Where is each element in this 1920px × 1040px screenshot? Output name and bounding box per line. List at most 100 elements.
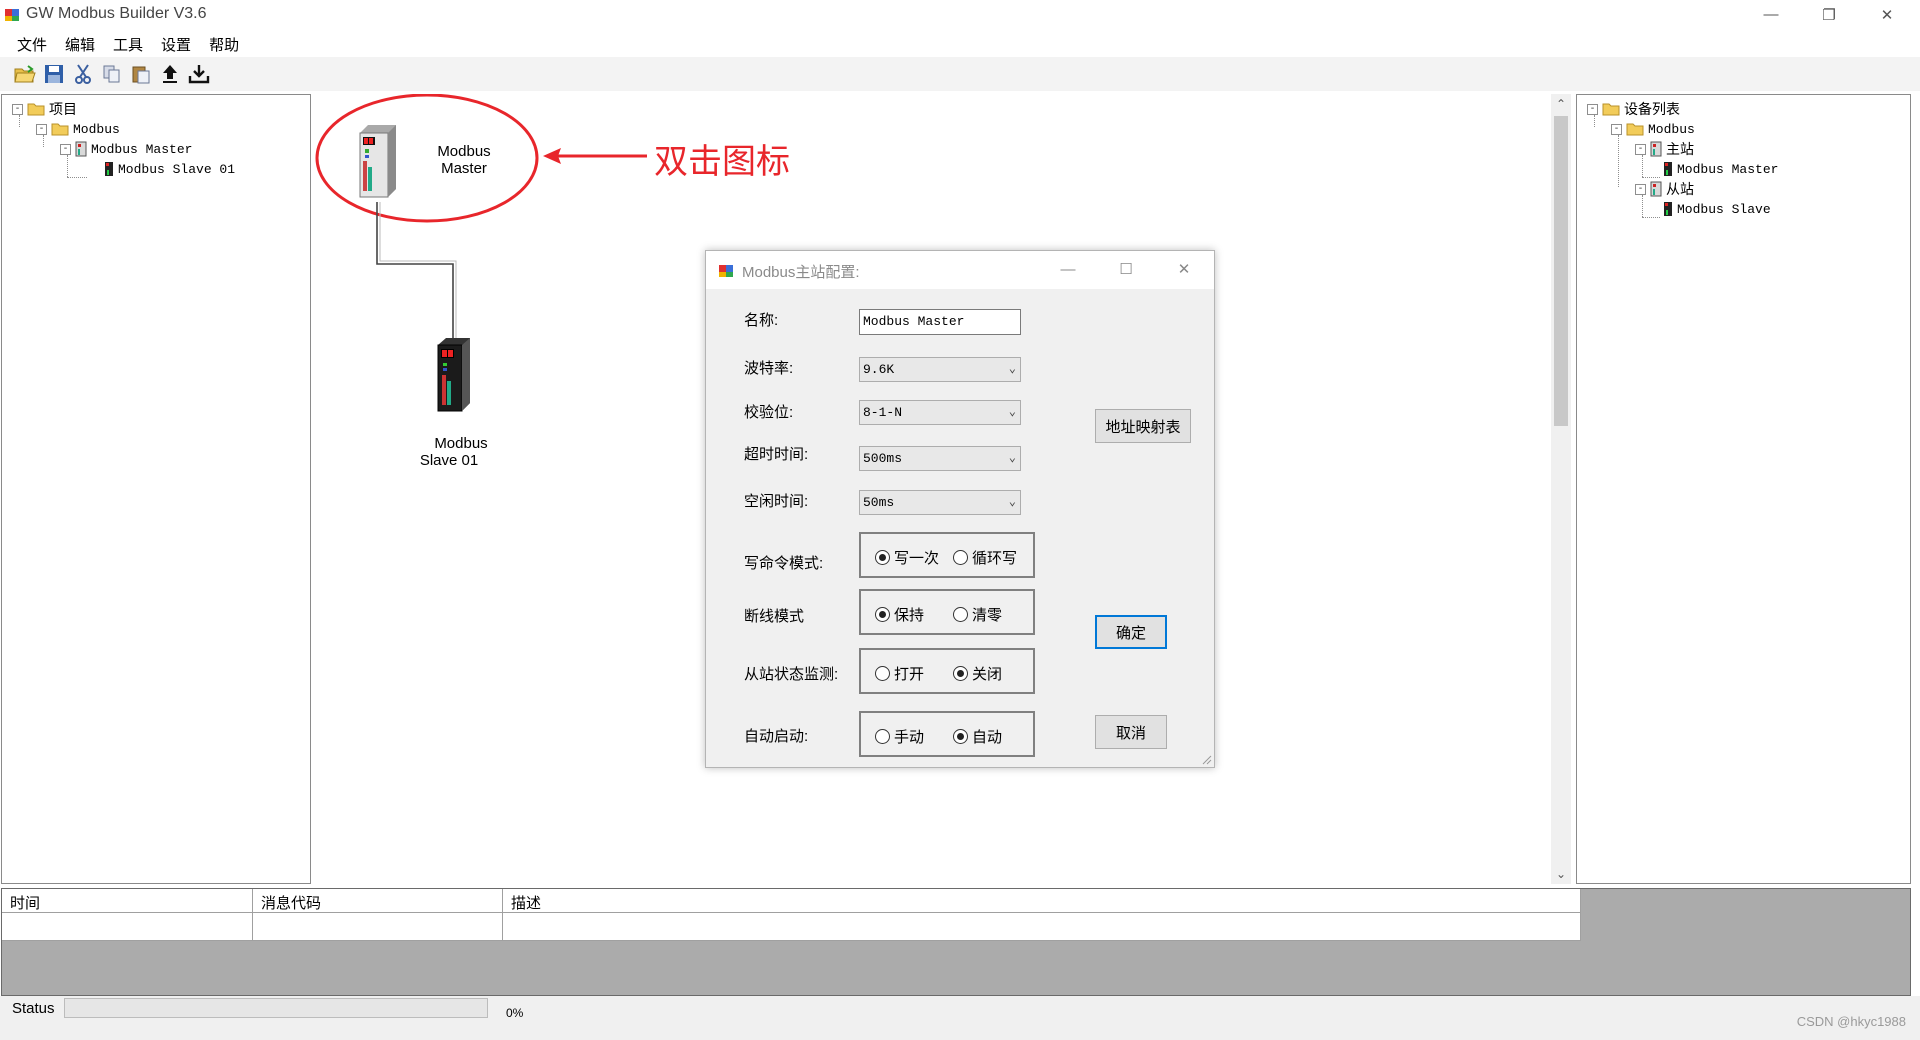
menu-bar: 文件 编辑 工具 设置 帮助 xyxy=(0,29,1920,57)
menu-help[interactable]: 帮助 xyxy=(200,29,248,57)
tree-item-project[interactable]: - 项目 xyxy=(12,99,77,119)
radio-checked-icon xyxy=(875,550,890,565)
auto-radio[interactable]: 自动 xyxy=(953,726,1002,747)
open-button[interactable] xyxy=(12,61,38,87)
monitor-on-radio[interactable]: 打开 xyxy=(875,663,924,684)
disconnect-label: 断线模式 xyxy=(744,608,805,625)
canvas-scrollbar[interactable]: ⌃ ⌄ xyxy=(1551,94,1571,884)
scroll-up-icon[interactable]: ⌃ xyxy=(1551,94,1571,114)
close-button[interactable]: ✕ xyxy=(1858,0,1916,29)
radio-unchecked-icon xyxy=(875,666,890,681)
scroll-down-icon[interactable]: ⌄ xyxy=(1551,864,1571,884)
address-map-button[interactable]: 地址映射表 xyxy=(1095,409,1191,443)
cancel-button[interactable]: 取消 xyxy=(1095,715,1167,749)
save-button[interactable] xyxy=(41,61,67,87)
radio-label: 循环写 xyxy=(972,550,1018,567)
name-input[interactable]: Modbus Master xyxy=(859,309,1021,335)
scroll-thumb[interactable] xyxy=(1554,116,1568,426)
download-button[interactable] xyxy=(186,61,212,87)
progress-percent: 0% xyxy=(506,1006,524,1020)
tree-label: 设备列表 xyxy=(1624,101,1680,117)
collapse-icon[interactable]: - xyxy=(1635,143,1646,155)
idle-select[interactable]: 50ms ⌄ xyxy=(859,490,1021,515)
disconnect-group: 保持 清零 xyxy=(859,589,1035,635)
collapse-icon[interactable]: - xyxy=(36,123,47,135)
slave-label-line1: Modbus xyxy=(434,435,488,452)
tree-label: 项目 xyxy=(49,101,77,117)
radio-label: 清零 xyxy=(972,607,1003,624)
restore-button[interactable]: ❐ xyxy=(1800,0,1858,29)
master-device-icon xyxy=(1650,181,1662,197)
autostart-label: 自动启动: xyxy=(744,728,809,745)
copy-icon xyxy=(103,65,120,83)
manual-radio[interactable]: 手动 xyxy=(875,726,924,747)
tree-label: Modbus xyxy=(1648,121,1695,137)
parity-value: 8-1-N xyxy=(863,405,903,420)
dialog-close-button[interactable]: ✕ xyxy=(1170,257,1198,281)
clear-radio[interactable]: 清零 xyxy=(953,604,1002,625)
radio-label: 保持 xyxy=(894,607,925,624)
collapse-icon[interactable]: - xyxy=(60,143,71,155)
menu-edit[interactable]: 编辑 xyxy=(56,29,104,57)
tree-label: Modbus xyxy=(73,121,120,137)
dialog-title-bar: Modbus主站配置: — ☐ ✕ xyxy=(706,251,1214,289)
tree-item-slave[interactable]: Modbus Slave 01 xyxy=(104,159,235,179)
collapse-icon[interactable]: - xyxy=(1635,183,1646,195)
dialog-minimize-button[interactable]: — xyxy=(1054,257,1082,281)
name-label: 名称: xyxy=(744,312,779,329)
column-description[interactable]: 描述 xyxy=(503,889,1581,913)
collapse-icon[interactable]: - xyxy=(1587,103,1598,115)
hold-radio[interactable]: 保持 xyxy=(875,604,924,625)
tree-item-modbus[interactable]: - Modbus xyxy=(36,119,120,139)
table-row[interactable] xyxy=(2,913,1581,941)
radio-label: 手动 xyxy=(894,729,925,746)
device-tree-slave[interactable]: Modbus Slave xyxy=(1663,199,1771,219)
tree-item-master[interactable]: - Modbus Master xyxy=(60,139,192,159)
device-tree-root[interactable]: - 设备列表 xyxy=(1587,99,1680,119)
monitor-label: 从站状态监测: xyxy=(744,666,839,683)
radio-label: 自动 xyxy=(972,729,1003,746)
message-log: 时间 消息代码 描述 xyxy=(1,888,1911,996)
radio-unchecked-icon xyxy=(953,607,968,622)
timeout-select[interactable]: 500ms ⌄ xyxy=(859,446,1021,471)
menu-tools[interactable]: 工具 xyxy=(104,29,152,57)
resize-grip-icon[interactable] xyxy=(1202,755,1212,765)
minimize-button[interactable]: — xyxy=(1742,0,1800,29)
device-tree-master[interactable]: Modbus Master xyxy=(1663,159,1778,179)
collapse-icon[interactable]: - xyxy=(12,103,23,115)
copy-button[interactable] xyxy=(99,61,125,87)
master-config-dialog: Modbus主站配置: — ☐ ✕ 名称: Modbus Master 波特率:… xyxy=(705,250,1215,768)
cut-button[interactable] xyxy=(70,61,96,87)
collapse-icon[interactable]: - xyxy=(1611,123,1622,135)
modbus-master-device[interactable] xyxy=(354,123,398,204)
upload-icon xyxy=(163,65,177,83)
device-tree-modbus[interactable]: - Modbus xyxy=(1611,119,1695,139)
column-time[interactable]: 时间 xyxy=(2,889,253,913)
status-bar: Status 0% CSDN @hkyc1988 xyxy=(0,996,1920,1040)
paste-button[interactable] xyxy=(128,61,154,87)
ok-button[interactable]: 确定 xyxy=(1095,615,1167,649)
modbus-slave-device[interactable] xyxy=(434,337,474,418)
device-tree-slave-group[interactable]: - 从站 xyxy=(1635,179,1694,199)
paste-icon xyxy=(132,66,150,84)
status-label: Status xyxy=(12,1000,55,1017)
chevron-down-icon: ⌄ xyxy=(1008,451,1016,465)
toolbar xyxy=(0,57,1920,91)
monitor-off-radio[interactable]: 关闭 xyxy=(953,663,1002,684)
parity-select[interactable]: 8-1-N ⌄ xyxy=(859,400,1021,425)
annotation-text: 双击图标 xyxy=(654,142,790,182)
device-tree-master-group[interactable]: - 主站 xyxy=(1635,139,1694,159)
column-message-code[interactable]: 消息代码 xyxy=(253,889,503,913)
baud-label: 波特率: xyxy=(744,360,794,377)
radio-label: 关闭 xyxy=(972,666,1003,683)
upload-button[interactable] xyxy=(157,61,183,87)
menu-settings[interactable]: 设置 xyxy=(152,29,200,57)
write-once-radio[interactable]: 写一次 xyxy=(875,547,939,568)
download-icon xyxy=(188,65,210,84)
write-cyclic-radio[interactable]: 循环写 xyxy=(953,547,1017,568)
tree-label: Modbus Master xyxy=(91,141,193,157)
baud-select[interactable]: 9.6K ⌄ xyxy=(859,357,1021,382)
save-icon xyxy=(45,65,63,83)
menu-file[interactable]: 文件 xyxy=(8,29,56,57)
dialog-maximize-button[interactable]: ☐ xyxy=(1112,257,1140,281)
